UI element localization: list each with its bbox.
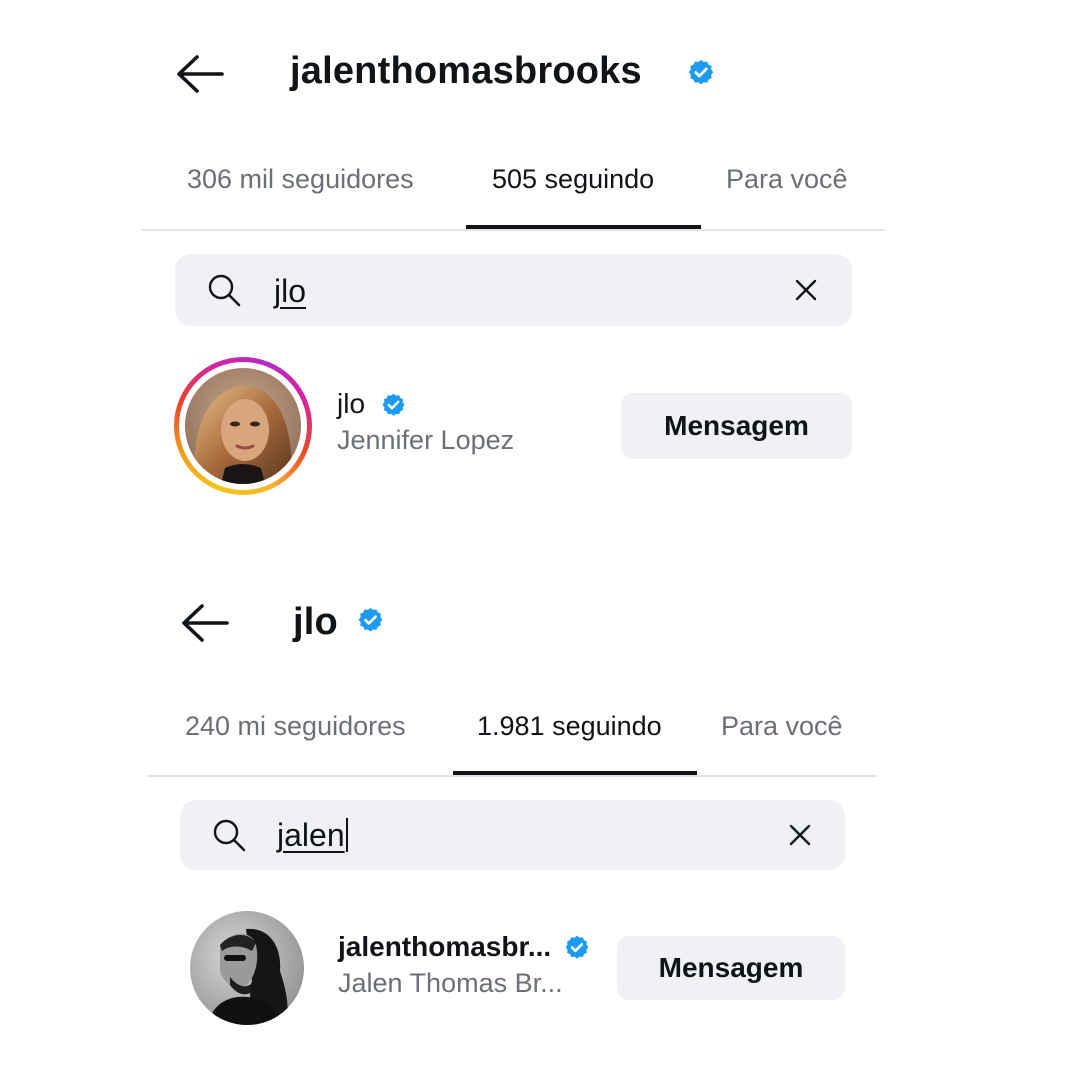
verified-badge-icon — [563, 934, 591, 962]
close-icon[interactable] — [789, 824, 811, 846]
tab-following[interactable]: 505 seguindo — [492, 164, 654, 195]
search-field[interactable]: jlo — [175, 254, 852, 326]
text-cursor — [345, 818, 348, 852]
tab-followers[interactable]: 306 mil seguidores — [187, 164, 414, 195]
avatar[interactable] — [185, 368, 301, 484]
verified-badge-icon — [686, 58, 716, 88]
tab-for-you[interactable]: Para você — [726, 164, 848, 195]
search-icon — [207, 273, 241, 307]
message-button[interactable]: Mensagem — [617, 936, 845, 1000]
back-arrow-icon[interactable] — [175, 54, 225, 94]
search-input-value[interactable]: jalen — [277, 817, 348, 854]
back-arrow-icon[interactable] — [180, 603, 230, 643]
avatar[interactable] — [190, 911, 304, 1025]
close-icon[interactable] — [795, 279, 817, 301]
tabs-divider — [142, 229, 885, 231]
result-full-name: Jalen Thomas Br... — [338, 968, 563, 998]
page-title: jalenthomasbrooks — [290, 50, 642, 92]
verified-badge-icon — [380, 392, 407, 419]
tab-for-you[interactable]: Para você — [721, 711, 843, 742]
search-field[interactable]: jalen — [180, 800, 845, 870]
tab-followers[interactable]: 240 mi seguidores — [185, 711, 406, 742]
active-tab-indicator — [453, 771, 697, 775]
verified-badge-icon — [356, 606, 385, 635]
search-icon — [212, 818, 246, 852]
page-title: jlo — [293, 601, 338, 643]
tab-following[interactable]: 1.981 seguindo — [477, 711, 662, 742]
result-full-name: Jennifer Lopez — [337, 425, 515, 455]
search-input-value[interactable]: jlo — [274, 273, 306, 310]
result-username[interactable]: jalenthomasbr... — [338, 931, 551, 963]
tabs-divider — [147, 775, 877, 777]
message-button[interactable]: Mensagem — [621, 393, 852, 459]
active-tab-indicator — [466, 225, 701, 229]
result-username[interactable]: jlo — [337, 388, 365, 420]
